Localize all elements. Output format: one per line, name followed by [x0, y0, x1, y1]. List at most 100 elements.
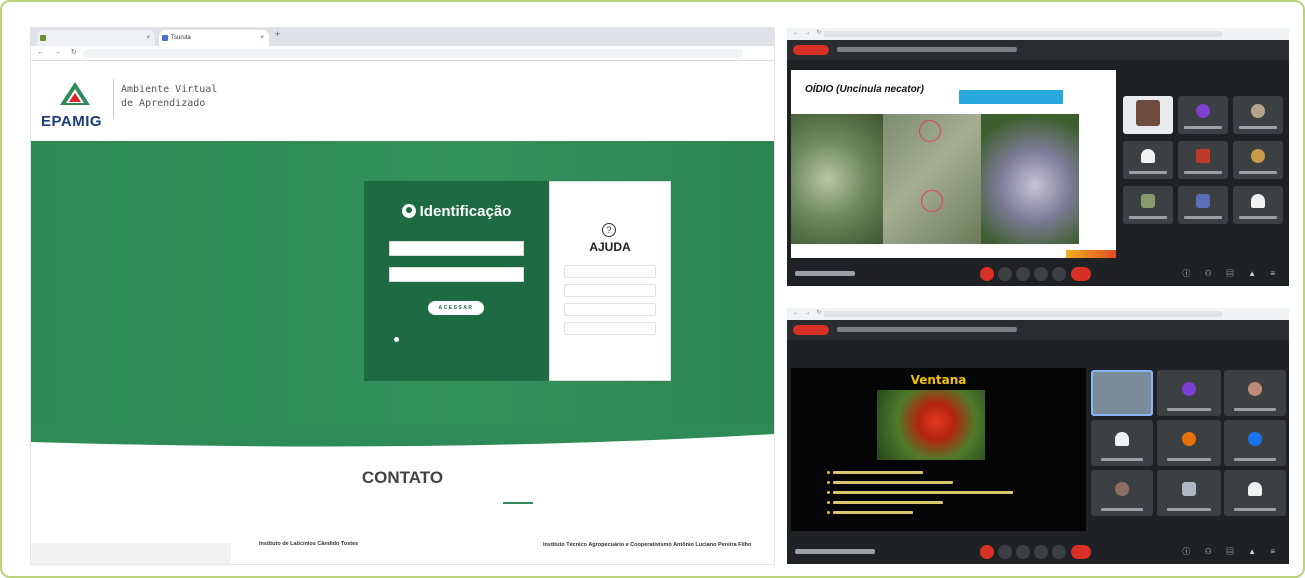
slide-footer: [791, 244, 1116, 258]
avatar: [1141, 149, 1155, 163]
participant-tile-active[interactable]: [1091, 370, 1153, 416]
nav-buttons[interactable]: ← → ↻: [37, 48, 81, 56]
participant-tile[interactable]: [1123, 96, 1173, 134]
participant-tile[interactable]: [1233, 96, 1283, 134]
new-tab-icon[interactable]: +: [275, 29, 280, 39]
participant-tile[interactable]: [1224, 420, 1286, 466]
avatar: [1182, 482, 1196, 496]
avatar: [1248, 432, 1262, 446]
mic-off-button[interactable]: [980, 267, 994, 281]
side-panel-icons[interactable]: ⓘ ⚇ ▤ ▲ ≡: [1182, 268, 1281, 279]
help-link-4[interactable]: [564, 322, 656, 335]
camera-button[interactable]: [998, 267, 1012, 281]
camera-button[interactable]: [998, 545, 1012, 559]
participant-name: [1129, 171, 1167, 174]
participant-tile[interactable]: [1157, 370, 1221, 416]
participant-tile[interactable]: [1091, 470, 1153, 516]
contact-underline: [503, 502, 533, 504]
browser-tab-moodle[interactable]: ×: [37, 30, 155, 46]
recording-badge: [793, 45, 829, 55]
bullet-dot: [827, 481, 830, 484]
participant-tile[interactable]: [1178, 186, 1228, 224]
url-field[interactable]: [823, 31, 1223, 37]
avatar: [1196, 149, 1210, 163]
login-panel: Identificação ACESSAR: [364, 181, 549, 381]
end-call-button[interactable]: [1071, 267, 1091, 281]
participant-video: [1136, 100, 1160, 126]
participant-tile[interactable]: [1157, 470, 1221, 516]
participant-name: [1184, 171, 1222, 174]
epamig-browser-screenshot: × Tsuruta × + ← → ↻ EPAMIG Ambiente Virtu…: [31, 28, 774, 564]
question-circle-icon: ?: [602, 223, 616, 237]
footer-block: [31, 543, 231, 564]
help-link-2[interactable]: [564, 284, 656, 297]
avatar: [1248, 382, 1262, 396]
login-submit-button[interactable]: ACESSAR: [428, 301, 484, 315]
highlight-circle: [921, 190, 943, 212]
slide-title: OÍDIO (Uncinula necator): [805, 84, 924, 95]
avatar: [1251, 149, 1265, 163]
avatar: [1248, 482, 1262, 496]
slide-title: Ventana: [910, 373, 967, 387]
help-link-3[interactable]: [564, 303, 656, 316]
end-call-button[interactable]: [1071, 545, 1091, 559]
captions-button[interactable]: [1016, 267, 1030, 281]
nav-buttons[interactable]: ← → ↻: [793, 29, 823, 36]
captions-button[interactable]: [1016, 545, 1030, 559]
present-button[interactable]: [1034, 267, 1048, 281]
meeting-time: [795, 549, 875, 554]
side-panel-icons[interactable]: ⓘ ⚇ ▤ ▲ ≡: [1182, 546, 1281, 557]
site-title-line1: Ambiente Virtual: [121, 84, 218, 95]
avatar: [1182, 432, 1196, 446]
participant-tile[interactable]: [1178, 141, 1228, 179]
mic-off-button[interactable]: [980, 545, 994, 559]
help-link-1[interactable]: [564, 265, 656, 278]
video-call-screenshot-1: ← → ↻ OÍDIO (Uncinula necator) ⓘ ⚇ ▤ ▲ ≡: [787, 28, 1289, 286]
call-controls-bar: ⓘ ⚇ ▤ ▲ ≡: [787, 540, 1289, 564]
browser-tab-bar: × Tsuruta × +: [31, 28, 774, 46]
browser-tab-tsuruta[interactable]: Tsuruta ×: [159, 30, 269, 46]
close-tab-icon[interactable]: ×: [260, 30, 264, 46]
bullet-line: [833, 511, 913, 514]
participant-name: [1234, 408, 1276, 411]
slide-photo-leaf: [883, 114, 981, 244]
participant-tile[interactable]: [1224, 370, 1286, 416]
more-options-button[interactable]: [1052, 545, 1066, 559]
avatar: [1251, 194, 1265, 208]
bullet-dot: [827, 511, 830, 514]
participant-tile[interactable]: [1224, 470, 1286, 516]
browser-toolbar: ← → ↻: [787, 28, 1289, 40]
participant-tile[interactable]: [1157, 420, 1221, 466]
meeting-time: [795, 271, 855, 276]
bullet-line: [833, 471, 923, 474]
close-tab-icon[interactable]: ×: [146, 30, 150, 46]
participant-tile[interactable]: [1178, 96, 1228, 134]
participant-name: [1184, 126, 1222, 129]
url-field[interactable]: [83, 49, 743, 58]
bullet-line: [833, 501, 943, 504]
contact-col2-title: Instituto Técnico Agropecuário e Coopera…: [543, 542, 752, 548]
username-input[interactable]: [389, 241, 524, 256]
present-button[interactable]: [1034, 545, 1048, 559]
url-field[interactable]: [823, 311, 1223, 317]
forgot-password-link[interactable]: [394, 337, 402, 342]
hero-wave-shape: [31, 424, 774, 447]
participant-tile[interactable]: [1233, 186, 1283, 224]
login-title: Identificação: [364, 203, 549, 220]
contact-heading: CONTATO: [361, 468, 444, 487]
participant-name: [1184, 216, 1222, 219]
slide-label-box: [959, 90, 1063, 104]
slide-photo-grapes: [791, 114, 883, 244]
participant-tile[interactable]: [1123, 186, 1173, 224]
participant-tile[interactable]: [1091, 420, 1153, 466]
participant-tile[interactable]: [1123, 141, 1173, 179]
participant-name: [1239, 216, 1277, 219]
participant-tile[interactable]: [1233, 141, 1283, 179]
help-panel: ? AJUDA: [549, 181, 671, 381]
password-input[interactable]: [389, 267, 524, 282]
more-options-button[interactable]: [1052, 267, 1066, 281]
slide-photo-berries: [981, 114, 1079, 244]
nav-buttons[interactable]: ← → ↻: [793, 309, 823, 316]
slide-photo-peppers: [877, 390, 985, 460]
highlight-circle: [919, 120, 941, 142]
